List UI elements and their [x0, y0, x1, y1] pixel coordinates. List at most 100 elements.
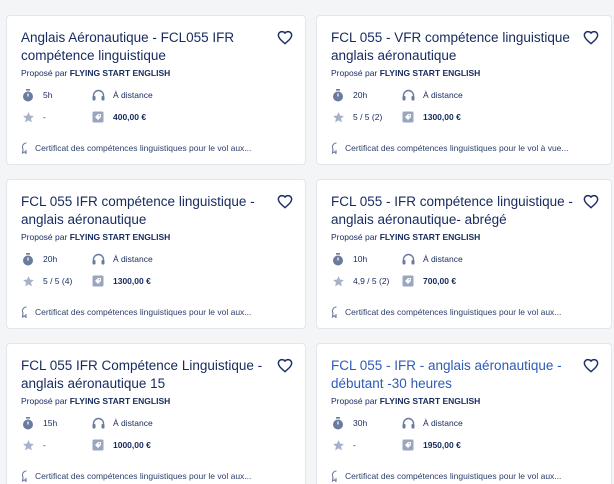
rating: 5 / 5 (4): [21, 274, 91, 288]
duration-value: 20h: [43, 254, 58, 264]
certificate-ribbon-icon: [331, 470, 341, 482]
delivery-mode-value: À distance: [113, 90, 153, 100]
certificate-ribbon-icon: [21, 142, 31, 154]
duration: 20h: [21, 252, 91, 266]
certificate-text: Certificat des compétences linguistiques…: [345, 307, 562, 317]
rating-value: 5 / 5 (4): [43, 276, 73, 286]
certificate-line: Certificat des compétences linguistiques…: [21, 306, 293, 318]
duration-value: 5h: [43, 90, 53, 100]
price-value: 1000,00 €: [113, 440, 151, 450]
certificate-text: Certificat des compétences linguistiques…: [35, 143, 252, 153]
headphones-icon: [401, 88, 415, 102]
certificate-text: Certificat des compétences linguistiques…: [345, 143, 569, 153]
card-provider: Proposé par FLYING START ENGLISH: [21, 232, 291, 244]
card-provider: Proposé par FLYING START ENGLISH: [331, 68, 597, 80]
price-value: 1950,00 €: [423, 440, 461, 450]
price: 1950,00 €: [401, 438, 597, 452]
card-title[interactable]: FCL 055 - IFR compétence linguistique - …: [331, 193, 581, 229]
delivery-mode-value: À distance: [113, 418, 153, 428]
card-meta: 10h À distance 4,9 / 5 (2) 700,00 €: [331, 252, 597, 288]
certificate-ribbon-icon: [331, 306, 341, 318]
headphones-icon: [91, 416, 105, 430]
provider-prefix: Proposé par: [331, 232, 378, 242]
rating-value: -: [43, 112, 46, 122]
headphones-icon: [91, 88, 105, 102]
card-meta: 20h À distance 5 / 5 (4) 1300,00 €: [21, 252, 291, 288]
provider-name: FLYING START ENGLISH: [69, 396, 171, 406]
rating: 4,9 / 5 (2): [331, 274, 401, 288]
card-title[interactable]: FCL 055 IFR compétence linguistique - an…: [21, 193, 271, 229]
star-icon: [331, 438, 345, 452]
card-meta: 20h À distance 5 / 5 (2) 1300,00 €: [331, 88, 597, 124]
provider-name: FLYING START ENGLISH: [379, 396, 481, 406]
rating-value: -: [43, 440, 46, 450]
duration-value: 20h: [353, 90, 368, 100]
heart-outline-icon[interactable]: [277, 30, 293, 46]
star-icon: [331, 274, 345, 288]
card-meta: 30h À distance - 1950,00 €: [331, 416, 597, 452]
card-title[interactable]: FCL 055 - IFR - anglais aéronautique - d…: [331, 357, 581, 393]
star-icon: [21, 274, 35, 288]
duration-value: 30h: [353, 418, 368, 428]
delivery-mode: À distance: [91, 252, 291, 266]
certificate-text: Certificat des compétences linguistiques…: [35, 471, 252, 481]
certificate-ribbon-icon: [21, 306, 31, 318]
delivery-mode-value: À distance: [113, 254, 153, 264]
price-tag-icon: [91, 274, 105, 288]
training-card[interactable]: FCL 055 - IFR compétence linguistique - …: [316, 179, 612, 329]
provider-prefix: Proposé par: [21, 68, 68, 78]
heart-outline-icon[interactable]: [583, 358, 599, 374]
stopwatch-icon: [21, 252, 35, 266]
price-tag-icon: [401, 110, 415, 124]
provider-name: FLYING START ENGLISH: [379, 68, 481, 78]
delivery-mode: À distance: [401, 88, 597, 102]
training-card-grid: Anglais Aéronautique - FCL055 IFR compét…: [6, 15, 612, 484]
provider-name: FLYING START ENGLISH: [379, 232, 481, 242]
rating: -: [21, 110, 91, 124]
price: 700,00 €: [401, 274, 597, 288]
delivery-mode-value: À distance: [423, 418, 463, 428]
stopwatch-icon: [331, 88, 345, 102]
star-icon: [21, 110, 35, 124]
heart-outline-icon[interactable]: [583, 194, 599, 210]
price-value: 1300,00 €: [423, 112, 461, 122]
delivery-mode: À distance: [401, 416, 597, 430]
headphones-icon: [401, 252, 415, 266]
delivery-mode-value: À distance: [423, 90, 463, 100]
price: 1300,00 €: [401, 110, 597, 124]
certificate-ribbon-icon: [21, 470, 31, 482]
training-card[interactable]: FCL 055 IFR compétence linguistique - an…: [6, 179, 306, 329]
card-title[interactable]: Anglais Aéronautique - FCL055 IFR compét…: [21, 29, 271, 65]
certificate-line: Certificat des compétences linguistiques…: [331, 142, 599, 154]
card-title[interactable]: FCL 055 IFR Compétence Linguistique - an…: [21, 357, 271, 393]
provider-prefix: Proposé par: [21, 232, 68, 242]
rating: -: [331, 438, 401, 452]
price-value: 700,00 €: [423, 276, 457, 286]
provider-name: FLYING START ENGLISH: [69, 68, 171, 78]
card-provider: Proposé par FLYING START ENGLISH: [331, 232, 597, 244]
heart-outline-icon[interactable]: [277, 194, 293, 210]
duration-value: 10h: [353, 254, 368, 264]
star-icon: [331, 110, 345, 124]
certificate-line: Certificat des compétences linguistiques…: [21, 470, 293, 482]
training-card[interactable]: FCL 055 - IFR - anglais aéronautique - d…: [316, 343, 612, 484]
card-title[interactable]: FCL 055 - VFR compétence linguistique an…: [331, 29, 581, 65]
delivery-mode: À distance: [91, 416, 291, 430]
training-card[interactable]: FCL 055 IFR Compétence Linguistique - an…: [6, 343, 306, 484]
stopwatch-icon: [21, 416, 35, 430]
card-provider: Proposé par FLYING START ENGLISH: [21, 68, 291, 80]
price-value: 1300,00 €: [113, 276, 151, 286]
provider-prefix: Proposé par: [21, 396, 68, 406]
price: 1300,00 €: [91, 274, 291, 288]
card-provider: Proposé par FLYING START ENGLISH: [21, 396, 291, 408]
training-card[interactable]: FCL 055 - VFR compétence linguistique an…: [316, 15, 612, 165]
heart-outline-icon[interactable]: [277, 358, 293, 374]
duration-value: 15h: [43, 418, 58, 428]
stopwatch-icon: [331, 252, 345, 266]
price-tag-icon: [401, 438, 415, 452]
rating-value: 4,9 / 5 (2): [353, 276, 390, 286]
training-card[interactable]: Anglais Aéronautique - FCL055 IFR compét…: [6, 15, 306, 165]
heart-outline-icon[interactable]: [583, 30, 599, 46]
rating: -: [21, 438, 91, 452]
delivery-mode-value: À distance: [423, 254, 463, 264]
